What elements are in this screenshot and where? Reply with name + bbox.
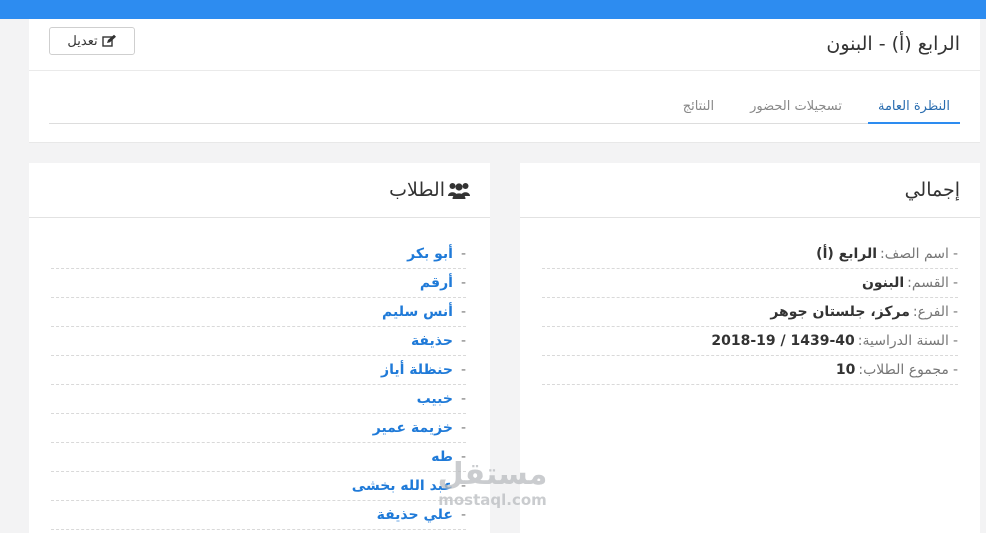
summary-row-branch: - الفرع: مركز، جلستان جوهر bbox=[542, 298, 958, 327]
student-link[interactable]: أنس سليم bbox=[382, 304, 453, 320]
student-link[interactable]: حذيفة bbox=[411, 333, 453, 349]
page-title: الرابع (أ) - البنون bbox=[826, 33, 960, 55]
list-item: - حذيفة bbox=[51, 327, 466, 356]
student-link[interactable]: خزيمة عمير bbox=[373, 420, 453, 436]
top-bar bbox=[0, 0, 986, 19]
list-item: - أرقم bbox=[51, 269, 466, 298]
students-list: - أبو بكر - أرقم - أنس سليم - حذيفة - حنظلة أ… bbox=[51, 240, 466, 530]
edit-icon bbox=[101, 34, 117, 48]
students-header: الطلاب bbox=[29, 163, 490, 218]
tab-overview[interactable]: النظرة العامة bbox=[867, 89, 960, 124]
tab-results[interactable]: النتائج bbox=[673, 89, 724, 123]
header-divider bbox=[29, 70, 980, 71]
tab-attendance[interactable]: تسجيلات الحضور bbox=[740, 89, 852, 123]
student-link[interactable]: خبيب bbox=[417, 391, 453, 407]
students-panel: الطلاب - أبو بكر - أرقم - أنس سليم - حذيفة -… bbox=[29, 163, 490, 533]
list-item: - عبد الله بخشى bbox=[51, 472, 466, 501]
edit-button-label: تعديل bbox=[67, 33, 98, 48]
list-item: - خبيب bbox=[51, 385, 466, 414]
summary-panel: إجمالي - اسم الصف: الرابع (أ) - القسم: البنو… bbox=[520, 163, 980, 533]
summary-row-student-count: - مجموع الطلاب: 10 bbox=[542, 356, 958, 385]
class-header: الرابع (أ) - البنون تعديل النظرة العامة … bbox=[29, 19, 980, 143]
list-item: - أبو بكر bbox=[51, 240, 466, 269]
list-item: - أنس سليم bbox=[51, 298, 466, 327]
student-link[interactable]: أرقم bbox=[420, 275, 453, 291]
summary-row-section: - القسم: البنون bbox=[542, 269, 958, 298]
summary-list: - اسم الصف: الرابع (أ) - القسم: البنون - الفر… bbox=[542, 240, 958, 385]
users-icon bbox=[448, 181, 470, 199]
list-item: - خزيمة عمير bbox=[51, 414, 466, 443]
edit-button[interactable]: تعديل bbox=[49, 27, 135, 55]
student-link[interactable]: علي حذيفة bbox=[377, 507, 453, 523]
list-item: - حنظلة أياز bbox=[51, 356, 466, 385]
student-link[interactable]: طه bbox=[431, 449, 453, 465]
student-link[interactable]: أبو بكر bbox=[407, 246, 453, 262]
summary-row-class-name: - اسم الصف: الرابع (أ) bbox=[542, 240, 958, 269]
list-item: - طه bbox=[51, 443, 466, 472]
student-link[interactable]: حنظلة أياز bbox=[381, 362, 453, 378]
list-item: - علي حذيفة bbox=[51, 501, 466, 530]
student-link[interactable]: عبد الله بخشى bbox=[352, 478, 453, 494]
summary-row-academic-year: - السنة الدراسية: 1439-40 / 2018-19 bbox=[542, 327, 958, 356]
students-title: الطلاب bbox=[389, 179, 445, 201]
summary-title: إجمالي bbox=[520, 163, 980, 218]
tab-bar: النظرة العامة تسجيلات الحضور النتائج bbox=[49, 89, 960, 124]
